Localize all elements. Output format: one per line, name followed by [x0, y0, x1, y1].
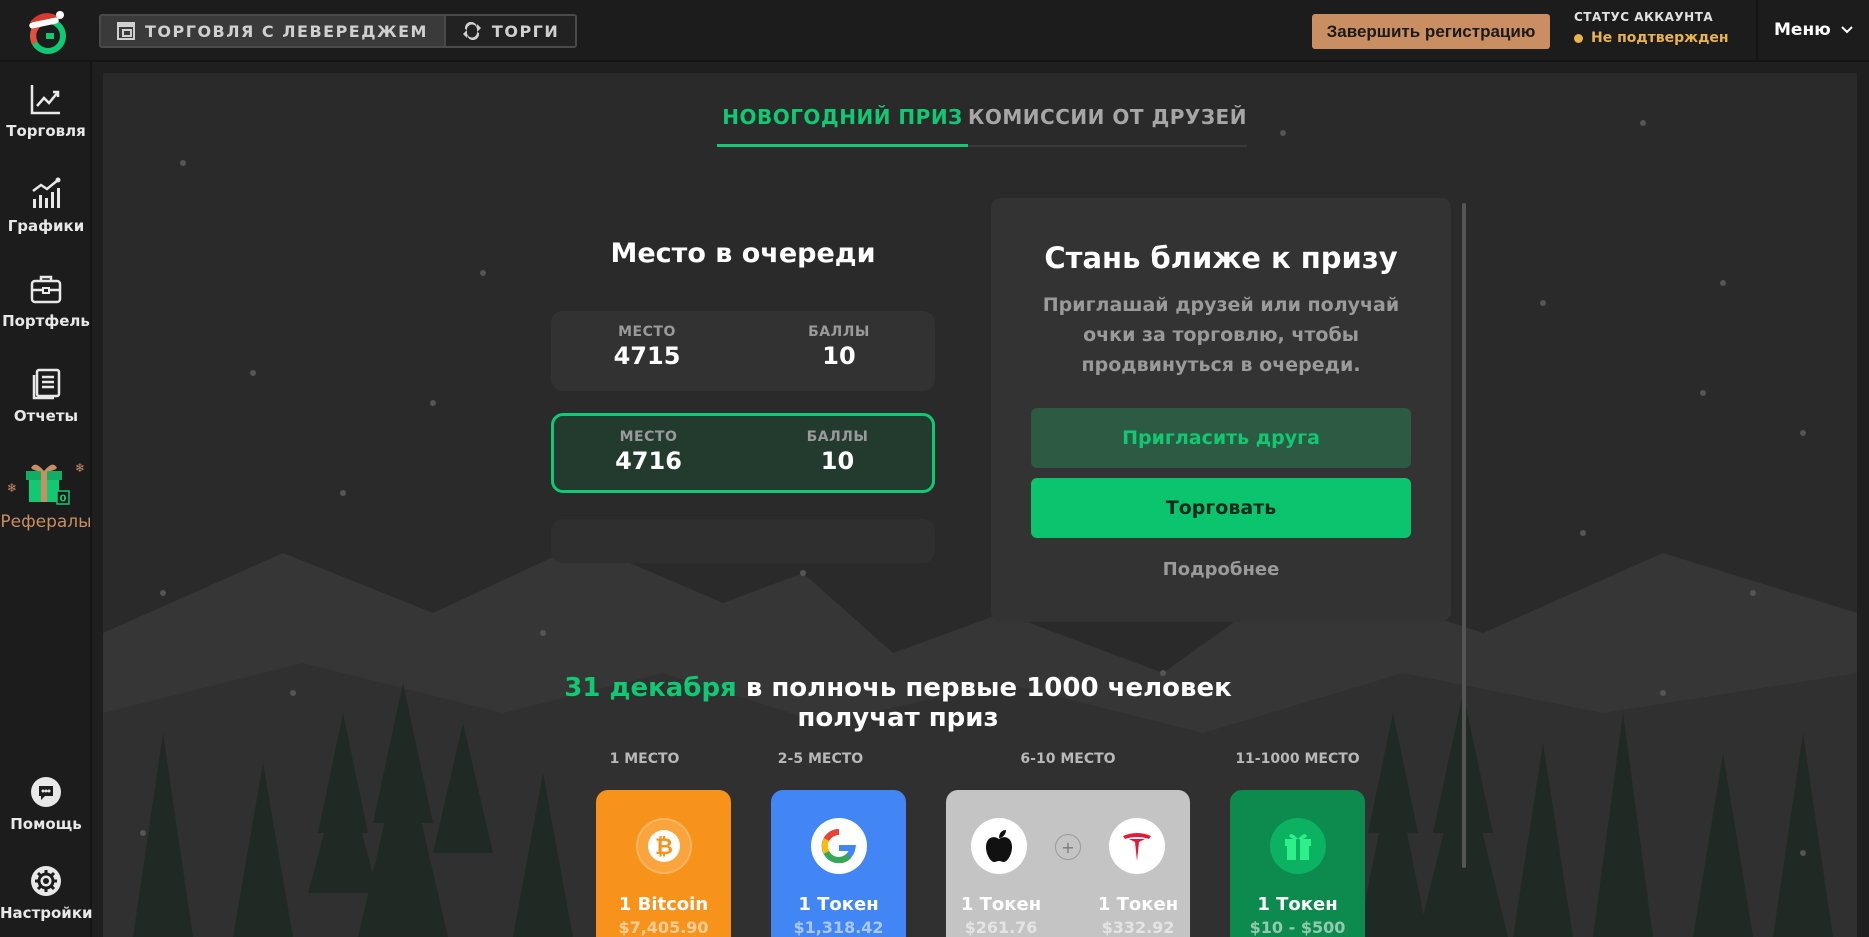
- prize-headline: 31 декабря в полночь первые 1000 человек…: [503, 673, 1293, 733]
- place-label: МЕСТО: [619, 429, 678, 445]
- sidebar-label: Графики: [7, 217, 85, 235]
- points-value: 10: [822, 342, 856, 370]
- sidebar-label: Отчеты: [13, 407, 79, 425]
- prize-card-bitcoin: ₿ 1 Bitcoin $7,405.90: [596, 790, 731, 937]
- tab-new-year-prize[interactable]: НОВОГОДНИЙ ПРИЗ: [717, 99, 968, 147]
- queue-card-current: МЕСТО 4716 БАЛЛЫ 10: [551, 413, 935, 493]
- chat-icon: [31, 777, 61, 807]
- sidebar-label: Торговля: [6, 122, 86, 140]
- prize-amount: 1 Bitcoin: [618, 894, 709, 915]
- sidebar-item-trading[interactable]: Торговля: [0, 82, 92, 140]
- queue-card: МЕСТО 4715 БАЛЛЫ 10: [551, 311, 935, 391]
- apple-icon: [971, 818, 1027, 874]
- place-label: МЕСТО: [618, 324, 676, 340]
- svg-text:❄: ❄: [7, 481, 17, 495]
- mode-switch: ТОРГОВЛЯ С ЛЕВЕРЕДЖЕМ ТОРГИ: [99, 14, 578, 48]
- svg-text:₿: ₿: [655, 835, 673, 860]
- mode-leverage-label: ТОРГОВЛЯ С ЛЕВЕРЕДЖЕМ: [145, 21, 428, 41]
- briefcase-icon: [30, 275, 62, 304]
- main-content: НОВОГОДНИЙ ПРИЗ КОМИССИИ ОТ ДРУЗЕЙ Место…: [103, 73, 1857, 937]
- sidebar-label: Рефералы: [0, 512, 92, 532]
- points-value: 10: [820, 447, 855, 475]
- queue-title: Место в очереди: [610, 238, 876, 269]
- prize-usd: $261.76: [964, 918, 1038, 937]
- queue-place: МЕСТО 4715: [551, 311, 743, 391]
- sidebar-item-portfolio[interactable]: Портфель: [0, 272, 92, 330]
- logo-icon[interactable]: [22, 6, 72, 56]
- menu-button[interactable]: Меню: [1774, 20, 1853, 40]
- queue-card-placeholder: [551, 519, 935, 563]
- finish-registration-button[interactable]: Завершить регистрацию: [1312, 14, 1550, 49]
- status-dot-icon: [1574, 33, 1583, 43]
- points-label: БАЛЛЫ: [808, 324, 870, 340]
- mode-auctions-tab[interactable]: ТОРГИ: [443, 16, 576, 46]
- prize-usd: $7,405.90: [618, 918, 709, 937]
- queue-points: БАЛЛЫ 10: [743, 416, 932, 490]
- prize-place-label: 1 МЕСТО: [609, 751, 680, 767]
- chart-line-icon: [30, 85, 60, 115]
- referral-badge: 0: [60, 494, 67, 505]
- sidebar-item-reports[interactable]: Отчеты: [0, 367, 92, 425]
- gift-icon: ❄ ❄ 0: [7, 461, 85, 505]
- headline-date: 31 декабря: [564, 673, 737, 703]
- prize-usd: $10 - $500: [1249, 918, 1346, 937]
- swap-icon: [462, 22, 481, 40]
- menu-label: Меню: [1774, 20, 1831, 40]
- queue-place: МЕСТО 4716: [554, 416, 743, 490]
- tesla-icon: [1109, 818, 1165, 874]
- gift-icon: [1270, 818, 1326, 874]
- prize-place-label: 6-10 МЕСТО: [1020, 751, 1116, 767]
- sidebar-item-settings[interactable]: Настройки: [0, 864, 93, 922]
- account-status: СТАТУС АККАУНТА Не подтвержден: [1574, 10, 1729, 46]
- promo-title: Стань ближе к призу: [1044, 241, 1398, 275]
- account-status-value: Не подтвержден: [1574, 30, 1729, 46]
- prize-place-label: 11-1000 МЕСТО: [1235, 751, 1360, 767]
- sidebar-item-referrals[interactable]: ❄ ❄ 0 Рефералы: [0, 458, 92, 532]
- promo-text: Приглашай друзей или получай очки за тор…: [1042, 294, 1400, 376]
- scrollbar[interactable]: [1462, 203, 1466, 868]
- more-link[interactable]: Подробнее: [991, 559, 1451, 580]
- sidebar-label: Портфель: [2, 312, 90, 330]
- prize-amount: 1 Токен: [960, 894, 1042, 915]
- tabs: НОВОГОДНИЙ ПРИЗ КОМИССИИ ОТ ДРУЗЕЙ: [717, 99, 1247, 147]
- prize-card-google: 1 Токен $1,318.42: [771, 790, 906, 937]
- document-icon: [32, 368, 61, 400]
- place-value: 4715: [613, 342, 681, 370]
- bar-chart-icon: [32, 177, 61, 208]
- sidebar: Торговля Графики Портфель Отчеты ❄ ❄ 0 Р…: [0, 62, 93, 937]
- trade-button[interactable]: Торговать: [1031, 478, 1411, 538]
- queue-points: БАЛЛЫ 10: [743, 311, 935, 391]
- promo-panel: Стань ближе к призу Приглашай друзей или…: [991, 198, 1451, 622]
- sidebar-item-help[interactable]: Помощь: [0, 775, 92, 833]
- sidebar-item-charts[interactable]: Графики: [0, 177, 92, 235]
- window-icon: [117, 22, 135, 40]
- prize-place-label: 2-5 МЕСТО: [777, 751, 864, 767]
- top-bar: ТОРГОВЛЯ С ЛЕВЕРЕДЖЕМ ТОРГИ Завершить ре…: [0, 0, 1869, 62]
- account-status-text: Не подтвержден: [1591, 30, 1729, 46]
- svg-text:❄: ❄: [75, 461, 85, 475]
- prize-usd: $1,318.42: [793, 918, 884, 937]
- headline-text: в полночь первые 1000 человек получат пр…: [736, 673, 1232, 733]
- prize-card-apple-tesla: + 1 Токен $261.76 1 Токен $332.92: [946, 790, 1190, 937]
- google-icon: [811, 818, 867, 874]
- mode-leverage-tab[interactable]: ТОРГОВЛЯ С ЛЕВЕРЕДЖЕМ: [101, 16, 444, 46]
- points-label: БАЛЛЫ: [806, 429, 869, 445]
- prize-amount: 1 Токен: [798, 894, 879, 915]
- sidebar-label: Помощь: [10, 815, 82, 833]
- prize-amount: 1 Токен: [1257, 894, 1338, 915]
- gear-icon: [31, 866, 61, 896]
- plus-icon: +: [1055, 834, 1081, 860]
- prize-usd: $332.92: [1101, 918, 1175, 937]
- place-value: 4716: [615, 447, 682, 475]
- chevron-down-icon: [1841, 26, 1853, 34]
- mode-auctions-label: ТОРГИ: [491, 21, 560, 41]
- prize-amount: 1 Токен: [1097, 894, 1179, 915]
- divider: [1756, 0, 1758, 62]
- tab-referral-commissions[interactable]: КОМИССИИ ОТ ДРУЗЕЙ: [968, 99, 1247, 147]
- prize-card-token: 1 Токен $10 - $500: [1230, 790, 1365, 937]
- account-status-label: СТАТУС АККАУНТА: [1574, 10, 1714, 24]
- bitcoin-icon: ₿: [636, 818, 692, 874]
- invite-friend-button[interactable]: Пригласить друга: [1031, 408, 1411, 468]
- sidebar-label: Настройки: [0, 904, 93, 922]
